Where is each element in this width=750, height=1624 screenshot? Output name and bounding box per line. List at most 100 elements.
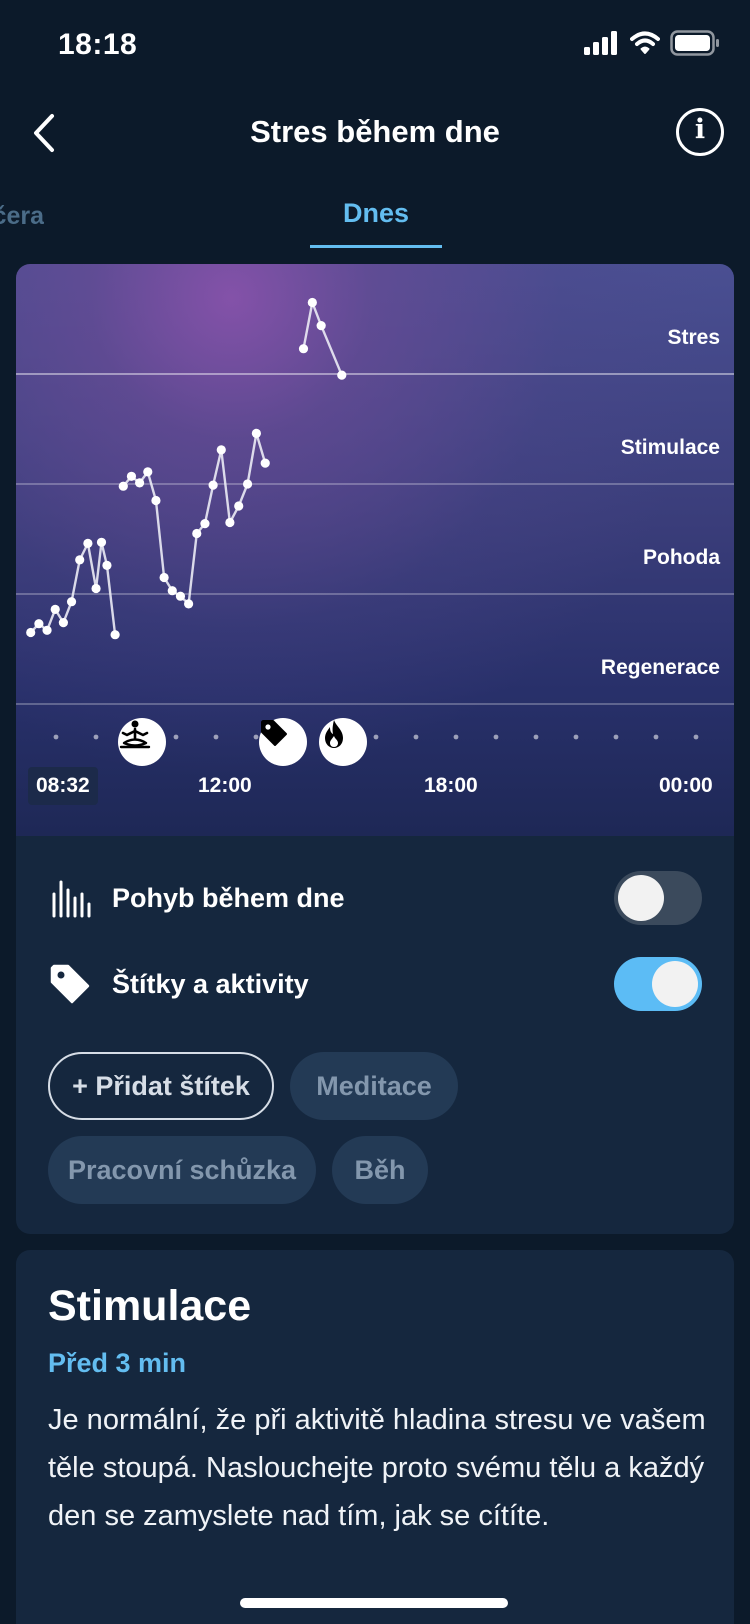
time-label-start: 08:32 bbox=[28, 767, 98, 805]
stress-data-point bbox=[208, 480, 218, 490]
stress-data-point bbox=[143, 467, 153, 477]
stress-data-point bbox=[184, 599, 194, 609]
time-label-noon: 12:00 bbox=[198, 774, 252, 797]
tab-previous-day[interactable]: Včera bbox=[0, 202, 44, 231]
stress-chart[interactable]: Stres Stimulace Pohoda Regenerace 08:32 … bbox=[16, 264, 734, 836]
stress-data-point bbox=[58, 618, 68, 628]
marker-run[interactable] bbox=[319, 718, 367, 766]
day-tabs: Včera Dnes bbox=[0, 184, 750, 248]
stress-data-point bbox=[260, 458, 270, 468]
timeline-dot bbox=[533, 734, 539, 740]
stress-series-line-1 bbox=[29, 541, 117, 635]
stress-data-point bbox=[66, 597, 77, 607]
stress-data-point bbox=[167, 586, 177, 596]
stress-data-point bbox=[83, 538, 93, 548]
activity-bars-icon bbox=[52, 880, 91, 918]
stress-data-point bbox=[159, 572, 169, 583]
stress-data-point bbox=[34, 619, 44, 629]
timeline-dot bbox=[373, 734, 379, 740]
timeline-dot bbox=[653, 734, 659, 740]
stress-data-point bbox=[126, 471, 137, 481]
timeline-dot bbox=[613, 734, 619, 740]
stress-data-point bbox=[151, 495, 161, 506]
timeline-dot bbox=[213, 734, 219, 740]
stress-series-line-2 bbox=[122, 432, 267, 606]
toggle-label-movement: Pohyb během dne bbox=[112, 882, 345, 913]
page-title: Stres během dne bbox=[250, 114, 500, 149]
status-time: 18:18 bbox=[58, 28, 138, 61]
stress-data-point bbox=[118, 481, 128, 491]
stress-data-point bbox=[234, 501, 244, 511]
timeline-dot bbox=[493, 734, 499, 740]
status-bar: 18:18 bbox=[0, 0, 750, 90]
wifi-icon bbox=[630, 31, 660, 54]
stress-data-point bbox=[200, 519, 210, 529]
stress-info-card: Stimulace Před 3 min Je normální, že při… bbox=[16, 1250, 734, 1624]
toggle-row-movement[interactable]: Pohyb během dne bbox=[48, 868, 702, 928]
zone-label-recovery: Regenerace bbox=[600, 656, 720, 679]
info-button[interactable]: i bbox=[676, 108, 724, 156]
info-icon: i bbox=[694, 114, 706, 145]
stress-data-point bbox=[96, 537, 107, 547]
stress-data-point bbox=[251, 428, 261, 438]
flame-icon bbox=[325, 720, 343, 748]
chip-work-meeting[interactable]: Pracovní schůzka bbox=[48, 1136, 316, 1204]
timeline-dot bbox=[693, 734, 699, 740]
tag-icon bbox=[50, 964, 90, 1004]
stress-data-point bbox=[110, 630, 120, 640]
stress-series-line-3 bbox=[302, 301, 343, 376]
stress-data-point bbox=[192, 528, 202, 539]
tags-toggle[interactable] bbox=[614, 957, 702, 1011]
tag-icon bbox=[261, 720, 287, 746]
chart-options-panel: Pohyb během dne Štítky a aktivity + Přid… bbox=[16, 836, 734, 1234]
tab-today[interactable]: Dnes bbox=[310, 198, 442, 229]
marker-tag[interactable] bbox=[259, 718, 307, 766]
stress-data-point bbox=[216, 445, 226, 455]
stress-data-point bbox=[337, 370, 347, 380]
time-label-evening: 18:00 bbox=[424, 774, 478, 797]
timeline-dot bbox=[453, 734, 459, 740]
signal-icon bbox=[584, 31, 617, 55]
stress-data-point bbox=[50, 604, 60, 614]
timeline-dot bbox=[173, 734, 179, 740]
chip-run[interactable]: Běh bbox=[332, 1136, 428, 1204]
timeline-dot bbox=[253, 734, 259, 740]
toggle-knob bbox=[652, 961, 698, 1007]
chip-meditation[interactable]: Meditace bbox=[290, 1052, 458, 1120]
stress-data-point bbox=[298, 344, 309, 354]
stress-data-point bbox=[135, 478, 145, 488]
stress-data-point bbox=[242, 479, 253, 489]
stress-data-point bbox=[225, 517, 235, 528]
time-label-midnight: 00:00 bbox=[659, 774, 713, 797]
timeline-dot bbox=[573, 734, 579, 740]
zone-label-stimulation: Stimulace bbox=[620, 436, 720, 459]
info-timestamp: Před 3 min bbox=[48, 1348, 187, 1378]
home-indicator[interactable] bbox=[240, 1598, 508, 1608]
stress-data-point bbox=[91, 583, 101, 594]
toggle-knob bbox=[618, 875, 664, 921]
stress-data-point bbox=[175, 591, 186, 601]
zone-label-wellbeing: Pohoda bbox=[643, 546, 720, 569]
timeline-dot bbox=[93, 734, 99, 740]
header: Stres během dne i bbox=[0, 90, 750, 176]
stress-data-point bbox=[102, 560, 112, 570]
stress-data-point bbox=[75, 555, 85, 565]
timeline-dot bbox=[413, 734, 419, 740]
add-tag-button[interactable]: + Přidat štítek bbox=[48, 1052, 274, 1120]
stress-data-point bbox=[316, 321, 326, 331]
stress-data-point bbox=[307, 297, 317, 308]
movement-toggle[interactable] bbox=[614, 871, 702, 925]
info-title: Stimulace bbox=[48, 1282, 252, 1330]
zone-label-stress: Stres bbox=[667, 326, 720, 349]
tab-active-indicator bbox=[310, 245, 442, 248]
timeline-dot bbox=[53, 734, 59, 740]
stress-data-point bbox=[26, 627, 36, 638]
status-icons bbox=[584, 30, 720, 56]
toggle-row-tags[interactable]: Štítky a aktivity bbox=[48, 954, 702, 1014]
info-description: Je normální, že při aktivitě hladina str… bbox=[48, 1404, 706, 1532]
toggle-label-tags: Štítky a aktivity bbox=[112, 968, 309, 999]
stress-data-point bbox=[42, 625, 52, 635]
battery-icon bbox=[670, 30, 719, 56]
marker-meditation[interactable] bbox=[118, 718, 166, 766]
meditation-icon bbox=[119, 720, 151, 749]
